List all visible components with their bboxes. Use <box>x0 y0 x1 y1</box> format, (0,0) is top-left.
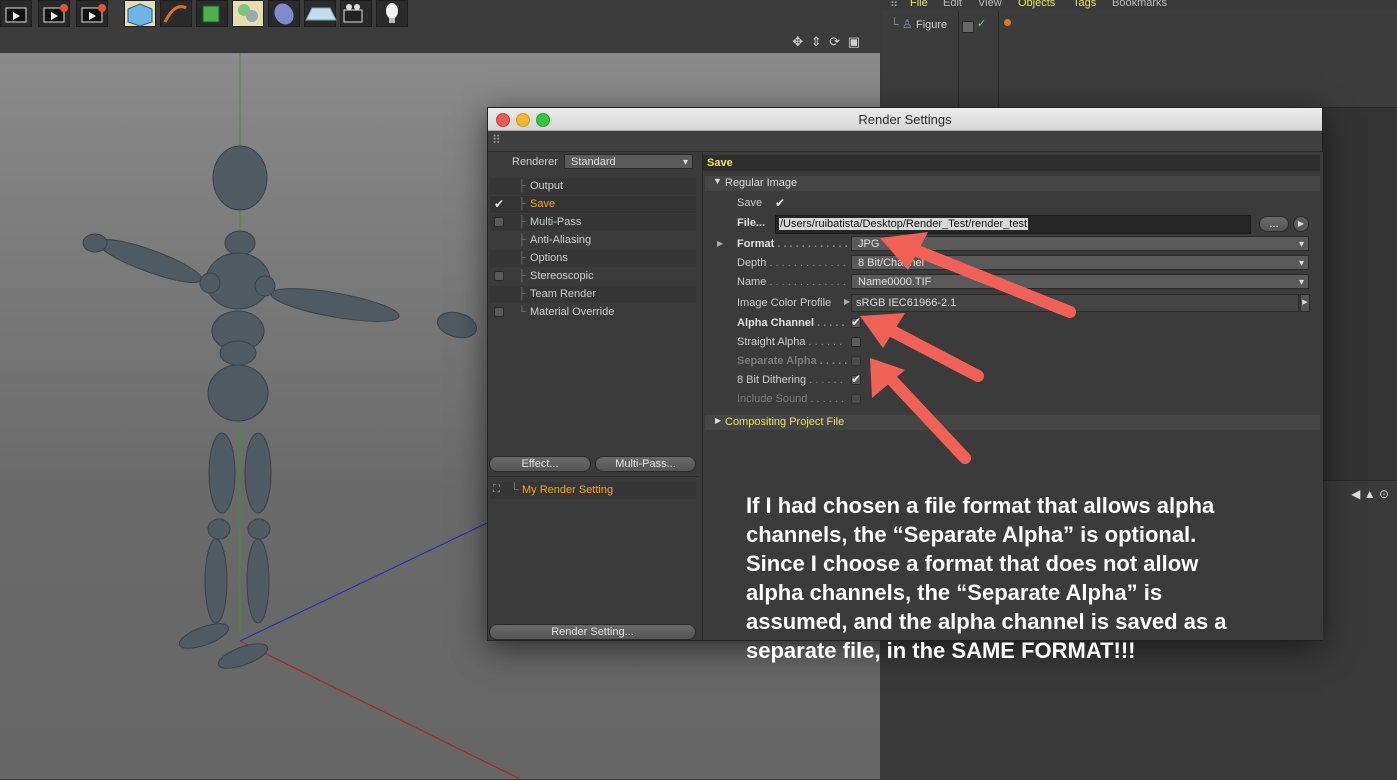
menu-objects[interactable]: Objects <box>1018 0 1055 9</box>
render-setting-item[interactable]: ⛶ └ My Render Setting <box>490 482 696 499</box>
tag-icon[interactable] <box>1004 19 1011 26</box>
name-dropdown[interactable]: Name0000.TIF <box>851 274 1309 290</box>
panel-header: Save <box>703 155 1320 171</box>
file-path-field[interactable]: /Users/ruibatista/Desktop/Render_Test/re… <box>775 215 1251 234</box>
tree-item-save[interactable]: ✔ ├ Save <box>490 196 696 213</box>
format-dropdown[interactable]: JPG <box>851 236 1309 252</box>
format-label: Format . . . . . . . . . . . . <box>737 238 848 250</box>
grip-icon[interactable]: ⠿ <box>492 133 501 147</box>
grip-icon: ⠿ <box>890 0 899 10</box>
save-enabled-check-icon[interactable]: ✔ <box>494 198 504 210</box>
tree-item-stereoscopic[interactable]: ├ Stereoscopic <box>490 268 696 285</box>
include-sound-checkbox[interactable] <box>851 394 861 404</box>
file-label[interactable]: File... <box>737 217 765 229</box>
stereoscopic-checkbox[interactable] <box>494 271 504 281</box>
multi-pass-checkbox[interactable] <box>494 217 504 227</box>
dialog-title: Render Settings <box>858 112 952 127</box>
attribute-nav-icons[interactable]: ◀ ▲ ⊙ <box>1351 487 1389 501</box>
expand-right-icon[interactable]: ▶ <box>844 297 850 306</box>
color-profile-field[interactable]: sRGB IEC61966-2.1 <box>851 294 1299 312</box>
play-arrow-icon[interactable]: ▶ <box>1293 216 1309 232</box>
dithering-check-icon: ✔ <box>851 372 862 386</box>
dialog-titlebar: Render Settings <box>488 108 1322 131</box>
browse-button[interactable]: ... <box>1259 216 1289 232</box>
render-setting-button[interactable]: Render Setting... <box>489 624 696 640</box>
section-compositing-project-file[interactable]: ▶ Compositing Project File <box>705 415 1320 430</box>
save-check-icon[interactable]: ✔ <box>775 197 785 209</box>
annotation-text: If I had chosen a file format that allow… <box>746 493 1227 663</box>
tree-item-output[interactable]: ├ Output <box>490 178 696 195</box>
material-override-checkbox[interactable] <box>494 307 504 317</box>
render-setting-icon: ⛶ <box>493 484 500 495</box>
tree-item-team-render[interactable]: ├ Team Render <box>490 286 696 303</box>
include-sound-label: Include Sound . . . . . . <box>737 393 845 405</box>
layer-box[interactable] <box>962 21 974 33</box>
alpha-channel-label: Alpha Channel . . . . . <box>737 317 845 329</box>
object-row-figure[interactable]: └ ♙ Figure <box>890 17 947 33</box>
expand-down-icon: ▼ <box>713 176 722 186</box>
expand-right-icon[interactable]: ▶ <box>717 239 723 248</box>
toolbar-glyphs <box>5 3 398 27</box>
renderer-dropdown[interactable]: Standard <box>564 154 693 170</box>
object-name: Figure <box>915 19 948 31</box>
menu-tags[interactable]: Tags <box>1073 0 1096 9</box>
separate-alpha-label: Separate Alpha . . . . . <box>737 355 848 367</box>
depth-dropdown[interactable]: 8 Bit/Channel <box>851 255 1309 271</box>
expand-right-icon: ▶ <box>715 416 722 425</box>
viewport-header: ✥ ⇕ ⟳ ▣ <box>0 28 880 53</box>
save-label: Save <box>737 197 763 209</box>
tree-item-multi-pass[interactable]: ├ Multi-Pass <box>490 214 696 231</box>
render-settings-tree-pane: Renderer Standard ├ Output ✔ ├ Save ├ Mu… <box>488 152 700 640</box>
alpha-channel-check-icon: ✔ <box>851 315 862 329</box>
tree-item-options[interactable]: ├ Options <box>490 250 696 267</box>
main-toolbar <box>0 0 880 28</box>
menu-view[interactable]: View <box>978 0 1002 9</box>
tree-item-anti-aliasing[interactable]: ├ Anti-Aliasing <box>490 232 696 249</box>
depth-label: Depth . . . . . . . . . . . . . <box>737 257 846 269</box>
name-label: Name . . . . . . . . . . . . . <box>737 276 846 288</box>
section-regular-image[interactable]: ▼ Regular Image <box>705 176 1320 191</box>
viewport-navigation-icons[interactable]: ✥ ⇕ ⟳ ▣ <box>792 34 862 50</box>
separate-alpha-checkbox[interactable] <box>851 356 861 366</box>
figure-icon: ♙ <box>901 17 913 31</box>
dithering-label: 8 Bit Dithering . . . . . . <box>737 374 843 386</box>
multi-pass-button[interactable]: Multi-Pass... <box>595 456 696 472</box>
object-list: └ ♙ Figure ✓ <box>882 11 1397 108</box>
straight-alpha-label: Straight Alpha . . . . . . <box>737 336 843 348</box>
object-manager-menubar: ⠿ File Edit View Objects Tags Bookmarks <box>882 0 1397 11</box>
effect-button[interactable]: Effect... <box>489 456 591 472</box>
menu-file[interactable]: File <box>910 0 928 9</box>
menu-edit[interactable]: Edit <box>943 0 962 9</box>
straight-alpha-checkbox[interactable] <box>851 337 861 347</box>
tree-item-material-override[interactable]: └ Material Override <box>490 304 696 321</box>
renderer-label: Renderer <box>512 156 558 168</box>
profile-arrow-icon[interactable]: ▶ <box>1300 294 1310 312</box>
image-color-profile-label: Image Color Profile <box>737 297 832 309</box>
menu-bookmarks[interactable]: Bookmarks <box>1112 0 1167 9</box>
dialog-grip-bar: ⠿ <box>488 131 1322 152</box>
visibility-check-icon[interactable]: ✓ <box>977 17 986 30</box>
